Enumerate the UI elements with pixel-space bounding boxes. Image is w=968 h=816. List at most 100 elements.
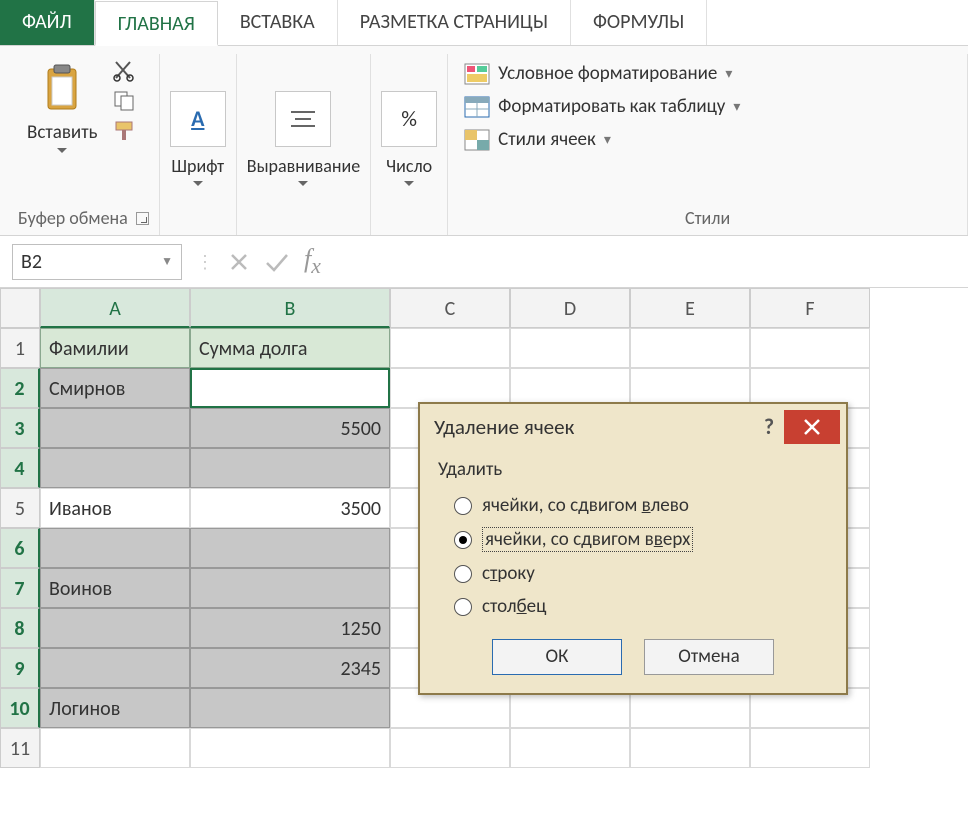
cell[interactable] (40, 608, 190, 648)
tab-insert[interactable]: ВСТАВКА (218, 0, 338, 45)
cell[interactable] (750, 728, 870, 768)
radio-shift-up[interactable]: ячейки, со сдвигом вверх (438, 522, 828, 557)
tab-formulas[interactable]: ФОРМУЛЫ (571, 0, 707, 45)
radio-icon (454, 497, 472, 515)
select-all-corner[interactable] (0, 288, 40, 328)
group-clipboard-label: Буфер обмена (18, 201, 149, 235)
column-header-f[interactable]: F (750, 288, 870, 328)
tab-file[interactable]: ФАЙЛ (0, 0, 95, 45)
row-header[interactable]: 6 (0, 528, 40, 568)
cell[interactable]: 1250 (190, 608, 390, 648)
cell[interactable]: 5500 (190, 408, 390, 448)
group-font: А Шрифт (160, 54, 237, 235)
dialog-close-button[interactable] (784, 410, 840, 444)
radio-icon (454, 531, 472, 549)
cell[interactable]: Смирнов (40, 368, 190, 408)
formula-bar: B2 ▼ ⋮ fx (0, 236, 968, 288)
enter-formula-icon[interactable] (264, 251, 290, 273)
column-header-c[interactable]: C (390, 288, 510, 328)
cell[interactable]: Логинов (40, 688, 190, 728)
cell-styles-icon (464, 129, 490, 151)
dialog-help-button[interactable]: ? (754, 412, 784, 442)
radio-icon (454, 598, 472, 616)
paste-button[interactable]: Вставить (18, 54, 106, 161)
dropdown-caret-icon: ▼ (161, 254, 173, 269)
cell[interactable] (390, 328, 510, 368)
format-as-table-button[interactable]: Форматировать как таблицу▾ (458, 93, 746, 120)
tab-page-layout[interactable]: РАЗМЕТКА СТРАНИЦЫ (338, 0, 571, 45)
cell[interactable] (40, 448, 190, 488)
cell[interactable]: Фамилии (40, 328, 190, 368)
row-header[interactable]: 9 (0, 648, 40, 688)
row-header[interactable]: 2 (0, 368, 40, 408)
dialog-launcher-icon[interactable] (136, 212, 149, 225)
group-clipboard: Вставить Буфер обмена (8, 54, 160, 235)
cell[interactable]: Сумма долга (190, 328, 390, 368)
cell[interactable] (40, 528, 190, 568)
radio-icon (454, 565, 472, 583)
radio-entire-column[interactable]: столбец (438, 590, 828, 623)
row-header[interactable]: 3 (0, 408, 40, 448)
ok-button[interactable]: ОК (492, 639, 622, 675)
alignment-dropdown[interactable] (275, 91, 331, 147)
cell[interactable] (510, 328, 630, 368)
dropdown-caret-icon (193, 181, 203, 187)
column-header-d[interactable]: D (510, 288, 630, 328)
row-header[interactable]: 4 (0, 448, 40, 488)
group-number: % Число (371, 54, 448, 235)
cell[interactable] (190, 728, 390, 768)
font-dropdown[interactable]: А (170, 91, 226, 147)
radio-shift-up-label: ячейки, со сдвигом вверх (482, 527, 693, 552)
cell[interactable] (40, 728, 190, 768)
cancel-formula-icon[interactable] (228, 251, 250, 273)
column-header-e[interactable]: E (630, 288, 750, 328)
row-header[interactable]: 10 (0, 688, 40, 728)
dialog-section-label: Удалить (438, 458, 828, 481)
group-alignment: Выравнивание (237, 54, 371, 235)
number-label: Число (386, 155, 432, 177)
number-dropdown[interactable]: % (381, 91, 437, 147)
row-header[interactable]: 8 (0, 608, 40, 648)
cell[interactable] (390, 728, 510, 768)
dialog-titlebar[interactable]: Удаление ячеек ? (420, 404, 846, 450)
radio-entire-row[interactable]: строку (438, 557, 828, 590)
cell[interactable] (630, 328, 750, 368)
copy-icon[interactable] (112, 90, 140, 112)
ribbon-tabs: ФАЙЛ ГЛАВНАЯ ВСТАВКА РАЗМЕТКА СТРАНИЦЫ Ф… (0, 0, 968, 46)
cell[interactable] (630, 728, 750, 768)
column-header-a[interactable]: A (40, 288, 190, 328)
cell[interactable] (190, 448, 390, 488)
format-painter-icon[interactable] (112, 120, 140, 142)
paste-label: Вставить (27, 121, 97, 144)
tab-home[interactable]: ГЛАВНАЯ (95, 1, 218, 46)
cell[interactable] (190, 568, 390, 608)
dropdown-caret-icon (298, 181, 308, 187)
row-header[interactable]: 7 (0, 568, 40, 608)
active-cell[interactable] (190, 368, 390, 408)
cell[interactable]: Воинов (40, 568, 190, 608)
cell[interactable] (40, 408, 190, 448)
delete-cells-dialog: Удаление ячеек ? Удалить ячейки, со сдви… (418, 402, 848, 695)
row-header[interactable]: 5 (0, 488, 40, 528)
cut-icon[interactable] (112, 60, 140, 82)
formula-input[interactable] (335, 244, 956, 280)
radio-shift-left[interactable]: ячейки, со сдвигом влево (438, 489, 828, 522)
alignment-label: Выравнивание (247, 155, 360, 177)
cell-styles-button[interactable]: Стили ячеек▾ (458, 126, 746, 153)
cell[interactable] (750, 328, 870, 368)
cancel-button[interactable]: Отмена (644, 639, 774, 675)
cell[interactable] (510, 728, 630, 768)
cell[interactable] (190, 688, 390, 728)
cell[interactable]: 2345 (190, 648, 390, 688)
row-header[interactable]: 1 (0, 328, 40, 368)
cell[interactable]: Иванов (40, 488, 190, 528)
percent-icon: % (381, 91, 437, 147)
cell[interactable] (190, 528, 390, 568)
fx-icon[interactable]: fx (304, 244, 321, 279)
cell[interactable]: 3500 (190, 488, 390, 528)
cell[interactable] (40, 648, 190, 688)
column-header-b[interactable]: B (190, 288, 390, 328)
name-box[interactable]: B2 ▼ (12, 244, 182, 280)
conditional-formatting-button[interactable]: Условное форматирование▾ (458, 60, 746, 87)
row-header[interactable]: 11 (0, 728, 40, 768)
